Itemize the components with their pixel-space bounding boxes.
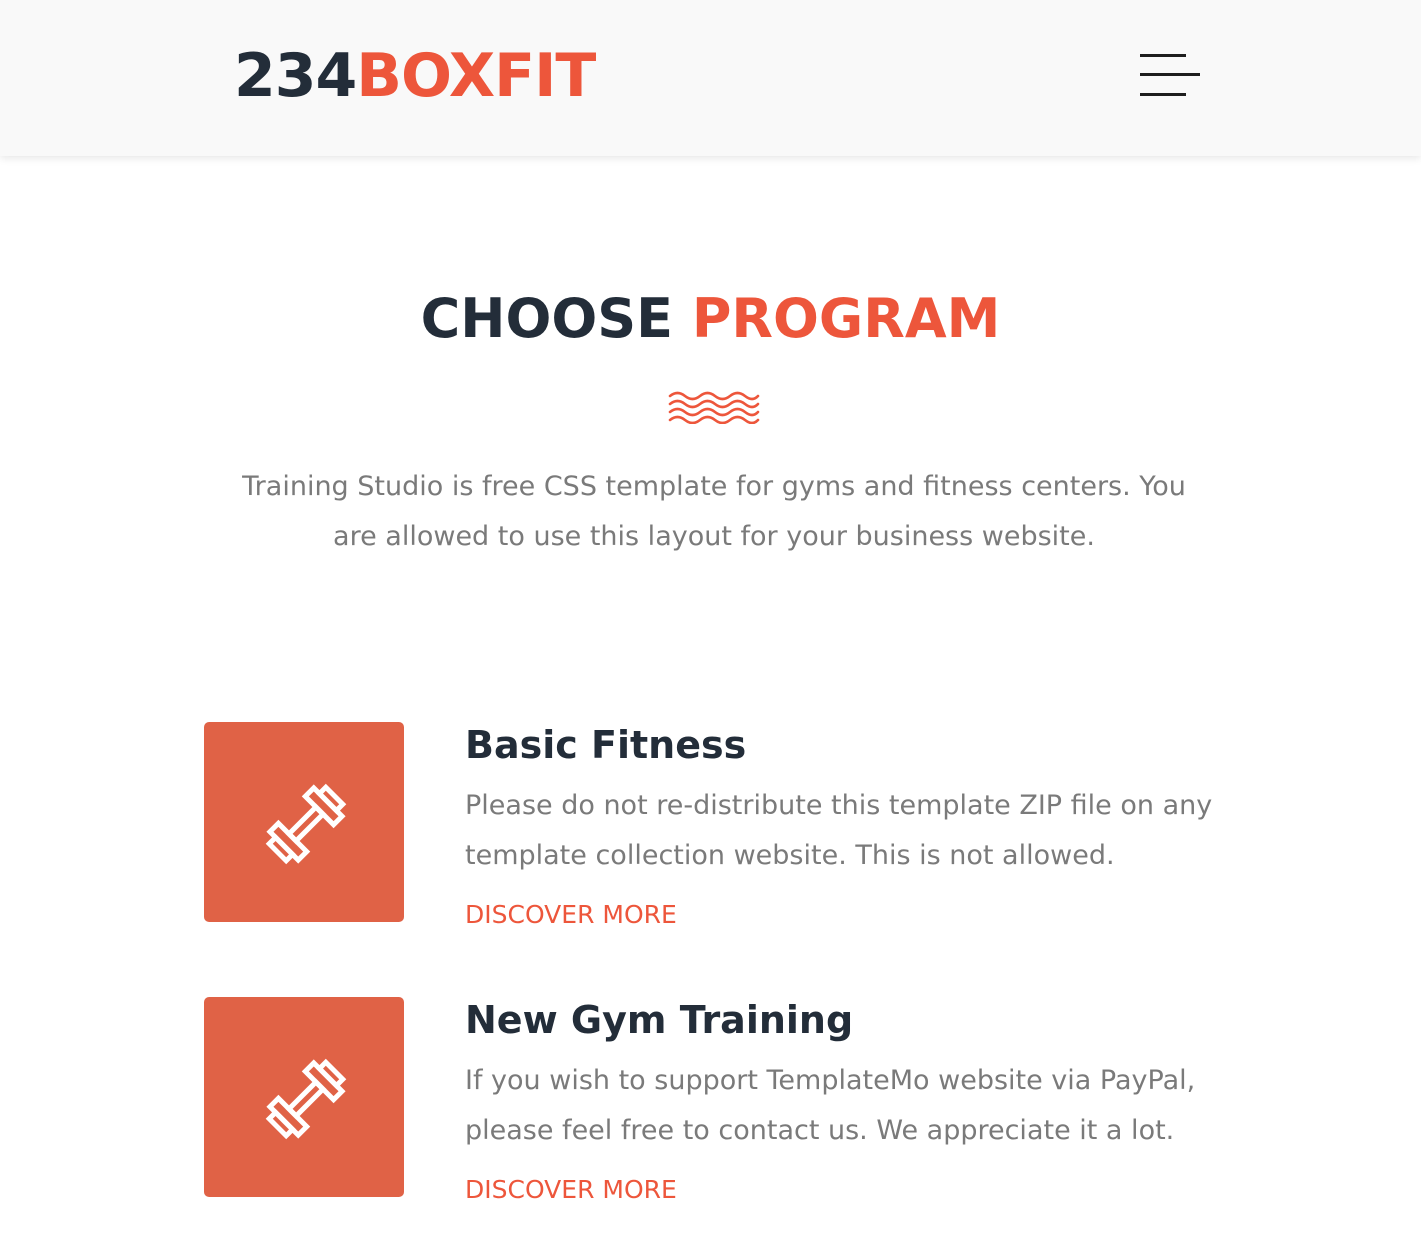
site-logo[interactable]: 234BOXFIT	[234, 38, 596, 114]
section-intro: Training Studio is free CSS template for…	[242, 471, 1186, 552]
program-icon-box	[204, 997, 404, 1197]
program-title: New Gym Training	[465, 998, 854, 1042]
discover-more-link[interactable]: DISCOVER MORE	[465, 898, 677, 932]
menu-line	[1140, 73, 1200, 76]
discover-more-link[interactable]: DISCOVER MORE	[465, 1173, 677, 1207]
program-card: Basic Fitness Please do not re-distribut…	[204, 722, 1224, 929]
dumbbell-icon	[265, 783, 347, 865]
heading-text-dark: CHOOSE	[420, 287, 674, 350]
logo-text-dark: 234	[234, 41, 357, 111]
site-header: 234BOXFIT	[0, 0, 1421, 156]
program-title: Basic Fitness	[465, 723, 747, 767]
logo-text-accent: BOXFIT	[356, 41, 596, 111]
menu-line	[1140, 93, 1186, 96]
section-heading: CHOOSE PROGRAM	[0, 286, 1421, 352]
wave-divider-icon	[668, 391, 760, 424]
menu-line	[1140, 54, 1186, 57]
program-card: New Gym Training If you wish to support …	[204, 997, 1224, 1204]
heading-text-accent: PROGRAM	[691, 287, 1001, 350]
program-description: Please do not re-distribute this templat…	[465, 790, 1213, 871]
program-icon-box	[204, 722, 404, 922]
hamburger-menu-icon[interactable]	[1140, 52, 1202, 100]
dumbbell-icon	[265, 1058, 347, 1140]
program-description: If you wish to support TemplateMo websit…	[465, 1065, 1196, 1146]
